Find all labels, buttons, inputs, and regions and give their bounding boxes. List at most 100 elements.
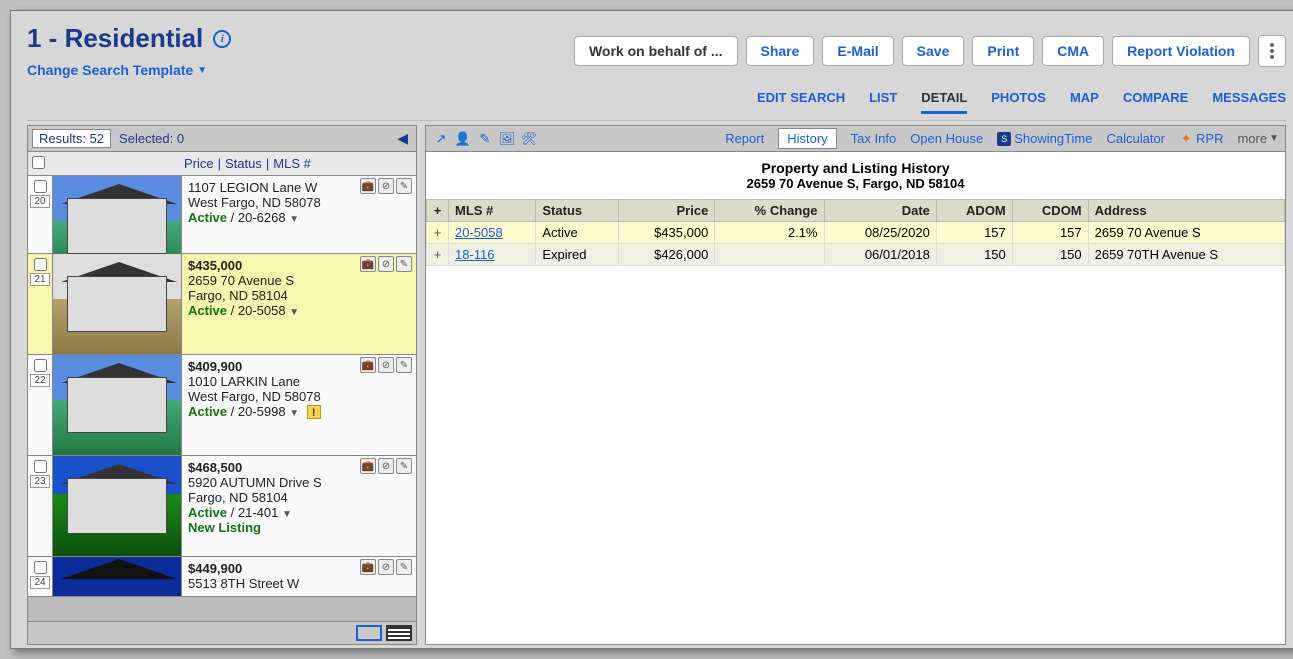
- mls-link[interactable]: 18-116: [455, 247, 495, 262]
- results-count[interactable]: Results: 52: [32, 129, 111, 148]
- more-dropdown[interactable]: more ▼: [1237, 131, 1279, 146]
- listing-address-2: West Fargo, ND 58078: [188, 195, 410, 210]
- list-item-checkbox[interactable]: [34, 460, 47, 473]
- mls-link[interactable]: 20-5058: [455, 225, 503, 240]
- history-tab[interactable]: History: [778, 128, 836, 149]
- cell-pct-change: [715, 244, 824, 266]
- alert-icon[interactable]: !: [307, 405, 321, 419]
- table-row[interactable]: + 20-5058 Active $435,000 2.1% 08/25/202…: [427, 222, 1285, 244]
- expand-row-icon[interactable]: +: [427, 222, 449, 244]
- collapse-panel-icon[interactable]: ◀: [393, 130, 412, 147]
- rpr-tab[interactable]: ✦ RPR: [1179, 131, 1223, 146]
- caret-down-icon[interactable]: ▼: [289, 214, 299, 225]
- change-search-template-link[interactable]: Change Search Template ▼: [27, 62, 231, 78]
- report-tab[interactable]: Report: [725, 131, 764, 146]
- list-item[interactable]: 22 💼 ⊘ ✎ $409,900 1010 LARKIN Lane West …: [28, 355, 416, 456]
- col-status[interactable]: Status: [536, 200, 618, 222]
- open-house-tab[interactable]: Open House: [910, 131, 983, 146]
- sort-price[interactable]: Price: [184, 156, 214, 171]
- col-address[interactable]: Address: [1088, 200, 1284, 222]
- tab-detail[interactable]: DETAIL: [921, 90, 967, 114]
- block-icon[interactable]: ⊘: [378, 458, 394, 474]
- caret-down-icon[interactable]: ▼: [289, 307, 299, 318]
- col-mls[interactable]: MLS #: [449, 200, 536, 222]
- sort-mls[interactable]: MLS #: [273, 156, 311, 171]
- list-item-checkbox[interactable]: [34, 561, 47, 574]
- external-link-icon[interactable]: ↗: [432, 130, 450, 148]
- briefcase-icon[interactable]: 💼: [360, 357, 376, 373]
- list-item[interactable]: 23 💼 ⊘ ✎ $468,500 5920 AUTUMN Drive S Fa…: [28, 456, 416, 557]
- col-price[interactable]: Price: [618, 200, 715, 222]
- list-item[interactable]: 20 💼 ⊘ ✎ 1107 LEGION Lane W West Fargo, …: [28, 176, 416, 254]
- tab-edit-search[interactable]: EDIT SEARCH: [757, 90, 845, 114]
- listing-address-1: 1010 LARKIN Lane: [188, 374, 410, 389]
- listing-address-1: 5920 AUTUMN Drive S: [188, 475, 410, 490]
- select-all-checkbox[interactable]: [32, 156, 45, 169]
- cell-price: $435,000: [618, 222, 715, 244]
- note-icon[interactable]: ✎: [396, 256, 412, 272]
- briefcase-icon[interactable]: 💼: [360, 458, 376, 474]
- showingtime-tab[interactable]: S ShowingTime: [997, 131, 1092, 146]
- view-card-toggle[interactable]: [356, 625, 382, 641]
- selected-count[interactable]: Selected: 0: [119, 131, 184, 146]
- print-button[interactable]: Print: [972, 36, 1034, 66]
- tools-icon[interactable]: 🛠: [520, 130, 538, 148]
- page-title: 1 - Residential: [27, 23, 203, 54]
- listing-status: Active: [188, 303, 227, 318]
- user-icon[interactable]: 👤: [454, 130, 472, 148]
- share-button[interactable]: Share: [746, 36, 815, 66]
- block-icon[interactable]: ⊘: [378, 357, 394, 373]
- listing-thumbnail[interactable]: [52, 557, 182, 597]
- calculator-tab[interactable]: Calculator: [1106, 131, 1165, 146]
- work-on-behalf-button[interactable]: Work on behalf of ...: [574, 36, 738, 66]
- cell-adom: 150: [936, 244, 1012, 266]
- col-expand[interactable]: +: [427, 200, 449, 222]
- list-item-checkbox[interactable]: [34, 359, 47, 372]
- tab-list[interactable]: LIST: [869, 90, 897, 114]
- col-pct-change[interactable]: % Change: [715, 200, 824, 222]
- results-scroll[interactable]: 20 💼 ⊘ ✎ 1107 LEGION Lane W West Fargo, …: [28, 176, 416, 621]
- listing-address-1: 2659 70 Avenue S: [188, 273, 410, 288]
- caret-down-icon[interactable]: ▼: [289, 408, 299, 419]
- block-icon[interactable]: ⊘: [378, 559, 394, 575]
- briefcase-icon[interactable]: 💼: [360, 559, 376, 575]
- cma-button[interactable]: CMA: [1042, 36, 1104, 66]
- note-icon[interactable]: ✎: [396, 178, 412, 194]
- listing-thumbnail[interactable]: [52, 456, 182, 556]
- caret-down-icon[interactable]: ▼: [282, 509, 292, 520]
- block-icon[interactable]: ⊘: [378, 256, 394, 272]
- note-icon[interactable]: ✎: [396, 357, 412, 373]
- list-item-checkbox[interactable]: [34, 258, 47, 271]
- save-button[interactable]: Save: [902, 36, 965, 66]
- note-icon[interactable]: ✎: [396, 458, 412, 474]
- list-item-checkbox[interactable]: [34, 180, 47, 193]
- col-date[interactable]: Date: [824, 200, 936, 222]
- tax-info-tab[interactable]: Tax Info: [851, 131, 897, 146]
- tab-messages[interactable]: MESSAGES: [1212, 90, 1286, 114]
- table-row[interactable]: + 18-116 Expired $426,000 06/01/2018 150…: [427, 244, 1285, 266]
- tab-compare[interactable]: COMPARE: [1123, 90, 1188, 114]
- view-list-toggle[interactable]: [386, 625, 412, 641]
- list-index-badge: 22: [30, 374, 49, 387]
- separator: /: [231, 404, 238, 419]
- edit-icon[interactable]: ✎: [476, 130, 494, 148]
- list-item[interactable]: 21 💼 ⊘ ✎ $435,000 2659 70 Avenue S Fargo…: [28, 254, 416, 355]
- col-cdom[interactable]: CDOM: [1012, 200, 1088, 222]
- briefcase-icon[interactable]: 💼: [360, 256, 376, 272]
- tab-map[interactable]: MAP: [1070, 90, 1099, 114]
- photo-icon[interactable]: 🖼: [498, 130, 516, 148]
- listing-thumbnail[interactable]: [52, 254, 182, 354]
- expand-row-icon[interactable]: +: [427, 244, 449, 266]
- info-icon[interactable]: i: [213, 30, 231, 48]
- note-icon[interactable]: ✎: [396, 559, 412, 575]
- list-item[interactable]: 24 💼 ⊘ ✎ $449,900 5513 8TH Street W: [28, 557, 416, 597]
- col-adom[interactable]: ADOM: [936, 200, 1012, 222]
- email-button[interactable]: E-Mail: [822, 36, 893, 66]
- more-actions-button[interactable]: [1258, 35, 1286, 67]
- briefcase-icon[interactable]: 💼: [360, 178, 376, 194]
- block-icon[interactable]: ⊘: [378, 178, 394, 194]
- listing-thumbnail[interactable]: [52, 355, 182, 455]
- sort-status[interactable]: Status: [225, 156, 262, 171]
- tab-photos[interactable]: PHOTOS: [991, 90, 1046, 114]
- report-violation-button[interactable]: Report Violation: [1112, 36, 1250, 66]
